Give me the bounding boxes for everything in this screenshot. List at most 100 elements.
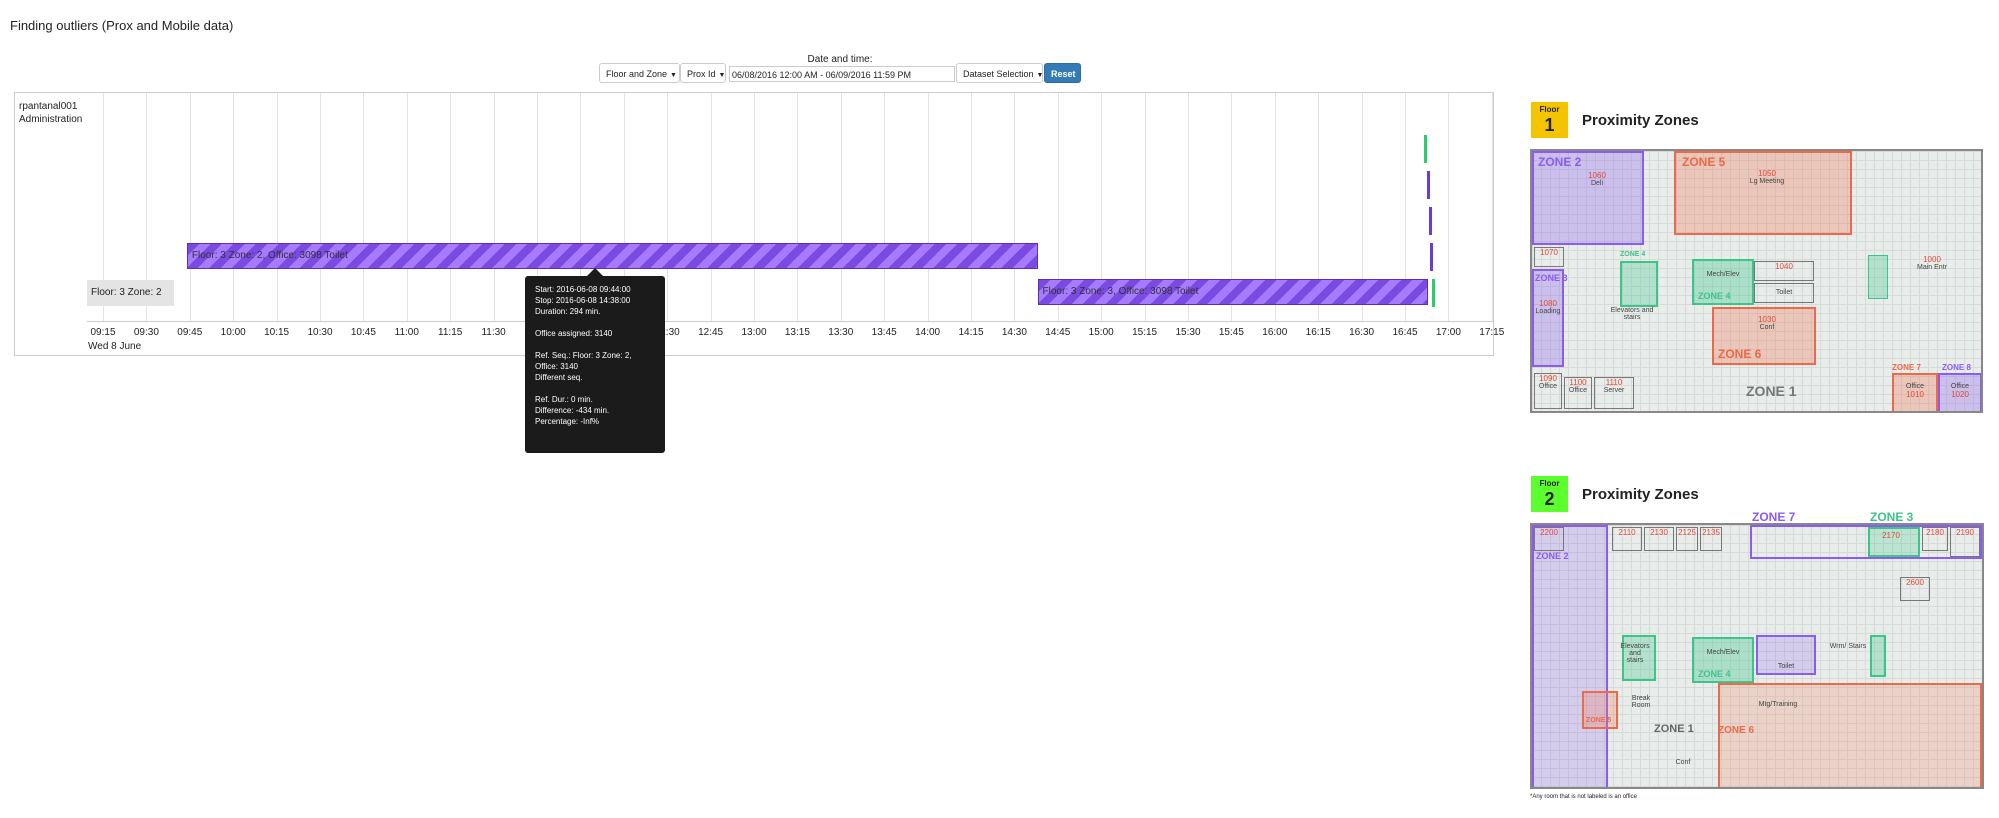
floor-2-map: ZONE 2 Elevators and stairs Mech/Elev ZO… <box>1530 523 1984 789</box>
caret-down-icon: ▼ <box>718 72 726 79</box>
map-footnote: *Any room that is not labeled is an offi… <box>1530 794 1637 800</box>
room-2130: 2130 <box>1644 527 1674 551</box>
time-tick-label: 11:00 <box>394 327 419 338</box>
time-axis <box>87 321 1493 322</box>
room-number: 1000 <box>1923 255 1941 264</box>
dataset-label: Dataset Selection <box>963 69 1034 79</box>
room-conf: Conf <box>1675 759 1691 766</box>
event-marker-purple[interactable] <box>1427 171 1430 199</box>
room-elevators: Elevators and stairs <box>1620 643 1650 664</box>
room-lg-meeting: 1050 Lg Meeting <box>1727 169 1807 199</box>
zone-segment-bar[interactable]: Floor: 3 Zone: 2, Office: 3098 Toilet <box>186 243 1038 269</box>
time-tick-label: 10:00 <box>220 327 246 338</box>
room-wrm-stairs: Wrm/ Stairs <box>1829 643 1867 650</box>
floor1-zone7-label: ZONE 7 <box>1892 363 1921 372</box>
grid-line <box>927 93 929 321</box>
room-name: Conf <box>1759 324 1775 331</box>
room-mtg-training: Mtg/Training <box>1758 701 1798 708</box>
room-number: 2190 <box>1956 528 1974 537</box>
room-number: 1050 <box>1758 169 1776 178</box>
room-break: Break Room <box>1631 695 1651 709</box>
floor-badge-number: 1 <box>1544 115 1555 135</box>
time-tick-label: 10:15 <box>264 327 290 338</box>
floor2-zone6-label: ZONE 6 <box>1718 725 1755 736</box>
floor1-zone4-area-c <box>1868 255 1888 299</box>
floor-1-title: Proximity Zones <box>1582 112 1699 129</box>
user-id: rpantanal001 <box>19 101 78 112</box>
grid-line <box>710 93 712 321</box>
floor-2-title: Proximity Zones <box>1582 486 1699 503</box>
time-tick-label: 14:00 <box>915 327 941 338</box>
date-range-input[interactable]: 06/08/2016 12:00 AM - 06/09/2016 11:59 P… <box>729 66 955 82</box>
room-2110: 2110 <box>1612 527 1642 551</box>
caret-down-icon: ▼ <box>670 72 677 79</box>
room-2190: 2190 <box>1950 527 1980 557</box>
event-marker-purple[interactable] <box>1430 243 1433 271</box>
time-tick-label: 10:30 <box>307 327 333 338</box>
room-2170: 2170 <box>1876 531 1906 553</box>
time-tick-label: 16:15 <box>1305 327 1331 338</box>
floor1-zone2-label: ZONE 2 <box>1538 155 1582 169</box>
room-1010: Office 1010 <box>1894 383 1936 409</box>
date-time-label: Date and time: <box>807 54 873 65</box>
room-number: 2130 <box>1650 528 1668 537</box>
tooltip-seq-status: Different seq. <box>535 373 583 382</box>
room-1110: 1110 Server <box>1594 377 1634 409</box>
floor1-zone1-label: ZONE 1 <box>1746 383 1797 399</box>
floor1-zone3-label: ZONE 3 <box>1535 273 1568 283</box>
floor-zone-dropdown[interactable]: Floor and Zone ▼ <box>599 63 680 83</box>
grid-line <box>667 93 669 321</box>
time-tick-label: 15:15 <box>1132 327 1158 338</box>
event-marker-green[interactable] <box>1424 135 1427 163</box>
room-number: 2600 <box>1906 578 1924 587</box>
room-number: 1030 <box>1758 315 1776 324</box>
grid-line <box>971 93 972 321</box>
time-tick-label: 10:45 <box>350 327 376 338</box>
time-tick-label: 13:45 <box>871 327 897 338</box>
time-tick-label: 14:45 <box>1045 327 1071 338</box>
room-name: Deli <box>1590 180 1604 187</box>
tooltip-ref-dur: Ref. Dur.: 0 min. <box>535 395 593 404</box>
tooltip-duration: Duration: 294 min. <box>535 307 601 316</box>
prox-id-dropdown[interactable]: Prox Id ▼ <box>680 63 726 83</box>
room-number: 2180 <box>1926 528 1944 537</box>
event-marker-green[interactable] <box>1432 279 1435 307</box>
time-tick-label: 12:45 <box>698 327 724 338</box>
time-tick-label: 09:30 <box>133 327 159 338</box>
room-number: 2170 <box>1882 531 1900 540</box>
grid-line <box>363 93 365 321</box>
floor2-zone4-label: ZONE 4 <box>1698 669 1731 679</box>
time-tick-label: 14:15 <box>958 327 984 338</box>
room-number: 1040 <box>1775 262 1793 271</box>
room-1090: 1090 Office <box>1534 373 1562 409</box>
zone-segment-bar[interactable]: Floor: 3 Zone: 3, Office: 3098 Toilet <box>1037 279 1429 305</box>
grid-line <box>797 93 799 321</box>
time-tick-label: 15:30 <box>1175 327 1201 338</box>
reset-button[interactable]: Reset <box>1044 63 1081 83</box>
room-loading: 1080 Loading <box>1534 299 1562 329</box>
zone-segment-gray[interactable]: Floor: 3 Zone: 2 <box>87 280 174 306</box>
room-number: 2135 <box>1702 528 1720 537</box>
room-2135: 2135 <box>1700 527 1722 551</box>
dataset-selection-dropdown[interactable]: Dataset Selection ▼ <box>956 63 1043 83</box>
room-1100: 1100 Office <box>1564 377 1592 409</box>
tooltip-ref-office: Office: 3140 <box>535 362 578 371</box>
grid-line <box>1448 93 1450 321</box>
tooltip-office: Office assigned: 3140 <box>535 329 613 338</box>
grid-line <box>493 93 495 321</box>
segment-tooltip: Start: 2016-06-08 09:44:00 Stop: 2016-06… <box>525 268 665 453</box>
floor-1-map: ZONE 2 1060 Deli ZONE 5 1050 Lg Meeting 10… <box>1530 149 1983 413</box>
floor1-zone6-label: ZONE 6 <box>1718 347 1762 361</box>
floor2-zone5-label: ZONE 5 <box>1586 717 1612 724</box>
time-tick-label: 16:30 <box>1349 327 1375 338</box>
grid-line <box>450 93 452 321</box>
floor-badge-number: 2 <box>1544 489 1555 509</box>
axis-date-label: Wed 8 June <box>88 341 142 352</box>
tooltip-percentage: Percentage: -Inf% <box>535 417 600 426</box>
event-marker-purple[interactable] <box>1429 207 1432 235</box>
room-deli: 1060 Deli <box>1572 171 1622 211</box>
floor2-zone6-area <box>1718 683 1982 787</box>
time-tick-label: 13:30 <box>828 327 854 338</box>
room-name: Office <box>1568 387 1588 394</box>
time-tick-label: 09:45 <box>177 327 203 338</box>
